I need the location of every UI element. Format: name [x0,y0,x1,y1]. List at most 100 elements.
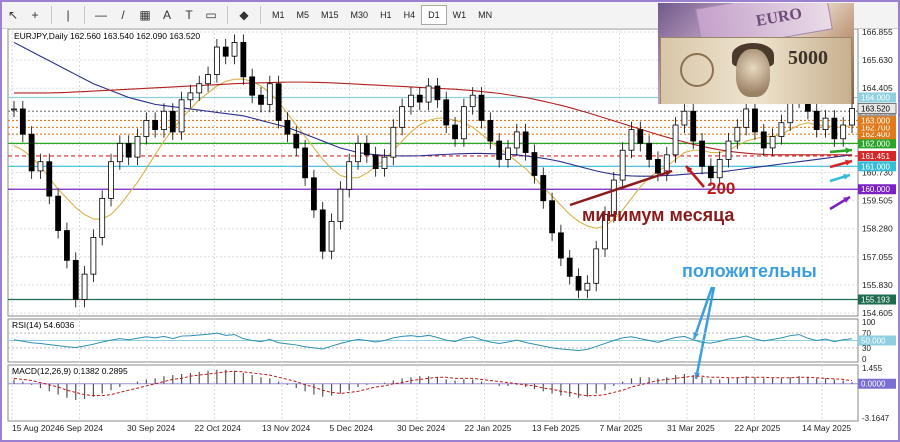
candle-body [478,94,485,121]
macd-tick-label: 0.0000 [861,380,886,389]
candle-body [619,149,626,181]
candle-body [381,156,388,170]
chart-title: EURJPY,Daily 162.560 163.540 162.090 163… [14,31,200,41]
candle-body [584,282,591,291]
candle-body [240,42,247,78]
timeframe-h4[interactable]: H4 [398,6,422,24]
candle-body [161,110,167,131]
candle-body [46,161,53,197]
y-tick-label: 157.055 [862,252,893,262]
level-label: 163.000 [861,116,890,125]
candle-body [460,106,467,140]
rsi-tick-label: 100 [862,318,876,327]
candle-body [425,85,432,103]
candle-body [319,209,326,252]
candle-body [778,122,785,137]
channel-icon[interactable]: ▦ [136,5,154,25]
timeframe-d1[interactable]: D1 [421,5,447,25]
candle-body [328,220,335,252]
level-label: 162.000 [861,139,890,148]
candle-body [143,120,150,137]
level-label: 161.451 [861,152,890,161]
candle-body [522,131,529,153]
x-tick-label: 31 Mar 2025 [667,423,715,433]
candle-body [249,76,256,96]
trend-line-icon[interactable]: / [114,5,132,25]
watermark-circle [680,53,714,87]
y-tick-label: 166.855 [862,29,893,37]
candle-body [196,83,203,94]
annotation-positive: положительны [682,261,817,281]
cursor-icon[interactable]: ↖ [4,5,22,25]
candle-body [213,46,220,75]
candle-body [707,165,714,179]
x-tick-label: 15 Aug 2024 [12,423,60,433]
timeframe-w1[interactable]: W1 [447,6,473,24]
candle-body [513,131,520,149]
candle-body [813,110,820,131]
timeframe-mn[interactable]: MN [472,6,498,24]
candle-body [734,126,741,142]
level-label: 160.000 [861,185,890,194]
candle-body [566,257,573,277]
timeframe-m15[interactable]: M15 [315,6,345,24]
timeframe-h1[interactable]: H1 [374,6,398,24]
drawing-tools: ↖ + | — / ▦ A T ▭ ◆ [2,5,255,25]
candle-body [469,94,476,108]
candle-body [372,154,379,170]
candle-body [125,142,132,158]
candle-body [725,140,732,160]
portrait-face [736,49,770,97]
y-tick-label: 164.405 [862,83,893,93]
candle-body [11,108,17,111]
y-tick-label: 154.605 [862,308,893,318]
label-icon[interactable]: T [180,5,198,25]
shapes-icon[interactable]: ◆ [235,5,253,25]
toolbar-separator [227,6,228,24]
candle-body [628,129,635,151]
x-tick-label: 6 Sep 2024 [60,423,104,433]
candle-body [743,108,750,128]
candle-body [222,46,229,57]
rectangle-icon[interactable]: ▭ [202,5,220,25]
currency-photo: EURO 5000 [658,3,854,104]
candle-body [672,124,679,156]
candle-body [187,92,194,101]
candle-body [540,175,547,202]
text-icon[interactable]: A [158,5,176,25]
yen-denomination: 5000 [788,47,828,69]
level-label: 164.000 [861,93,890,102]
horizontal-line-icon[interactable]: — [92,5,110,25]
timeframe-m5[interactable]: M5 [291,6,316,24]
candle-body [487,120,494,142]
macd-panel [7,364,859,422]
macd-tick-label: -3.1647 [862,414,890,423]
candle-body [258,94,264,105]
timeframe-m1[interactable]: M1 [266,6,291,24]
candle-body [178,99,185,133]
vertical-line-icon[interactable]: | [59,5,77,25]
toolbar-separator [51,6,52,24]
candle-body [575,276,582,291]
candle-body [152,120,159,131]
candle-body [28,133,35,172]
timeframe-m30[interactable]: M30 [345,6,375,24]
candle-body [849,108,855,126]
level-label: 161.000 [861,162,890,171]
y-tick-label: 155.830 [862,280,893,290]
crosshair-icon[interactable]: + [26,5,44,25]
candle-body [549,200,555,234]
candle-body [169,110,176,133]
candle-body [55,195,62,231]
candle-body [346,161,353,190]
candle-body [752,108,758,133]
toolbar-separator [84,6,85,24]
candle-body [108,161,114,199]
candle-body [399,106,406,128]
candle-body [646,142,653,160]
candle-body [496,140,503,160]
rsi-tick-label: 30 [862,344,871,353]
candle-body [831,117,838,140]
candle-body [302,147,308,179]
candle-body [760,131,767,149]
